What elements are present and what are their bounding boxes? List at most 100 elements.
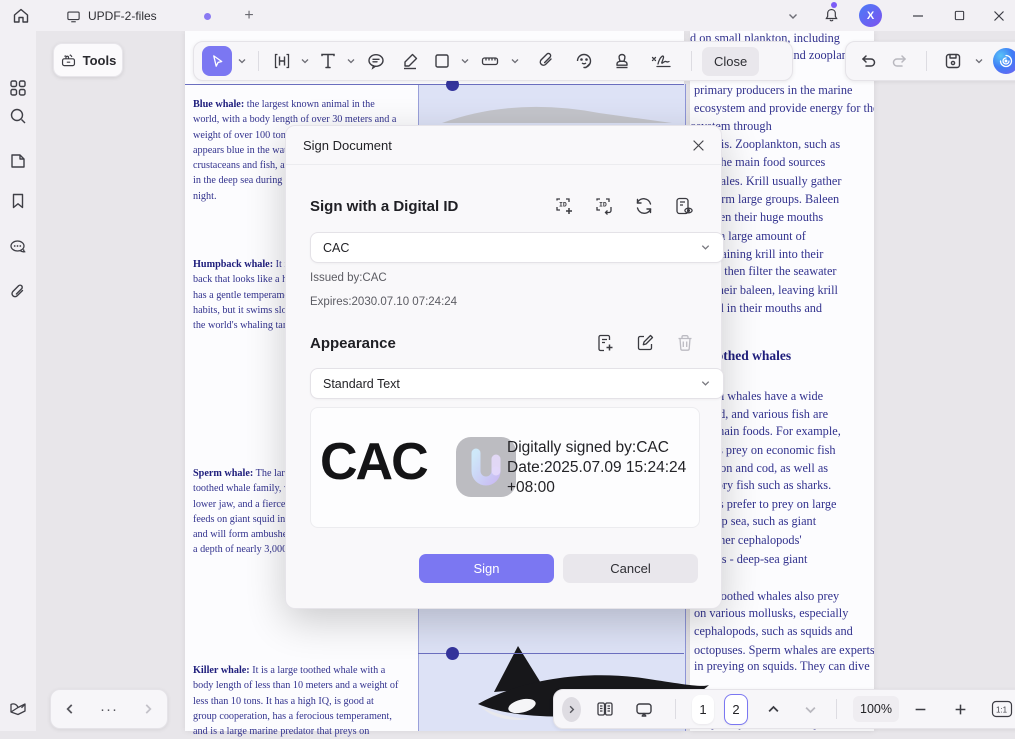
cursor-icon	[210, 54, 225, 69]
close-window-button[interactable]	[984, 0, 1014, 31]
text-tool-chevron-icon[interactable]	[345, 55, 357, 67]
preview-line: Digitally signed by:CAC	[507, 438, 686, 458]
redo-icon	[890, 51, 910, 71]
pdf-text-line: ecosystem and provide energy for the	[694, 101, 874, 116]
zoom-level-badge[interactable]: 100%	[853, 696, 899, 722]
heading-tool-button[interactable]	[269, 46, 295, 76]
highlighter-tool-button[interactable]	[395, 46, 425, 76]
grid-icon[interactable]	[8, 78, 28, 98]
whale-image	[434, 95, 674, 123]
preview-line: Date:2025.07.09 15:24:24	[507, 458, 686, 478]
heading-icon	[272, 51, 292, 71]
measure-tool-chevron-icon[interactable]	[509, 55, 521, 67]
maximize-button[interactable]	[944, 0, 974, 31]
chevron-left-icon[interactable]	[63, 702, 77, 716]
ai-assistant-button[interactable]	[993, 48, 1015, 74]
avatar[interactable]: X	[859, 4, 882, 27]
stamp-icon	[612, 51, 632, 71]
previous-page-icon[interactable]	[766, 702, 781, 717]
page-button-2-current[interactable]: 2	[724, 694, 748, 725]
pdf-text-line: octopuses. Sperm whales are experts	[694, 643, 874, 658]
delete-appearance-icon[interactable]	[674, 332, 696, 354]
sign-button[interactable]: Sign	[419, 554, 554, 583]
edit-appearance-icon[interactable]	[634, 332, 656, 354]
tab-file-icon	[66, 9, 81, 24]
shape-tool-button[interactable]	[429, 46, 455, 76]
minimize-button[interactable]	[903, 0, 933, 31]
shape-tool-chevron-icon[interactable]	[459, 55, 471, 67]
cancel-button[interactable]: Cancel	[563, 554, 698, 583]
sidebar	[0, 31, 36, 731]
page-thumbnails-icon[interactable]	[8, 151, 28, 171]
chevron-right-icon[interactable]	[141, 702, 155, 716]
import-id-icon[interactable]: ID	[593, 195, 615, 217]
actual-size-button[interactable]: 1:1	[987, 694, 1015, 724]
search-icon[interactable]	[8, 106, 28, 126]
redo-button[interactable]	[888, 46, 912, 76]
zoom-out-button[interactable]	[909, 694, 931, 724]
measure-tool-button[interactable]	[475, 46, 505, 76]
toolbar-divider	[691, 51, 692, 71]
page-nav-pill: ···	[50, 689, 168, 729]
page-button-1[interactable]: 1	[692, 695, 714, 724]
digital-id-select[interactable]: CAC	[310, 232, 724, 263]
notification-dot	[831, 2, 837, 8]
next-page-icon[interactable]	[803, 702, 818, 717]
tools-button[interactable]: Tools	[53, 43, 123, 77]
plus-icon	[954, 703, 967, 716]
tab-label: UPDF-2-files	[88, 9, 157, 23]
stamp-tool-button[interactable]	[607, 46, 637, 76]
select-tool-chevron-icon[interactable]	[236, 55, 248, 67]
comments-icon[interactable]	[8, 237, 28, 257]
bell-icon	[823, 7, 840, 24]
close-icon	[692, 139, 705, 152]
text-icon	[318, 51, 338, 71]
tools-label: Tools	[83, 53, 117, 68]
titlebar-dropdown-button[interactable]	[780, 0, 806, 31]
signature-icon	[650, 51, 676, 71]
signature-preview: CAC Digitally signed by:CAC Date:2025.07…	[310, 407, 700, 528]
home-button[interactable]	[6, 0, 36, 31]
presentation-button[interactable]	[629, 694, 659, 724]
expand-panel-button[interactable]	[562, 697, 581, 722]
page-flip-icon[interactable]	[8, 698, 28, 718]
heading-tool-chevron-icon[interactable]	[299, 55, 311, 67]
signature-tool-button[interactable]	[645, 46, 681, 76]
two-page-view-button[interactable]	[591, 694, 619, 724]
save-chevron-icon[interactable]	[973, 55, 985, 67]
bookmark-icon[interactable]	[8, 191, 28, 211]
paperclip-icon	[536, 51, 556, 71]
new-tab-button[interactable]: +	[236, 0, 262, 31]
close-tool-button[interactable]: Close	[702, 47, 759, 76]
presentation-icon	[634, 699, 654, 719]
zoom-in-button[interactable]	[949, 694, 971, 724]
minus-icon	[914, 703, 927, 716]
svg-text:ID: ID	[559, 202, 567, 209]
dialog-close-button[interactable]	[687, 134, 709, 156]
refresh-id-icon[interactable]	[633, 195, 655, 217]
document-tab[interactable]: UPDF-2-files	[58, 3, 249, 29]
toolbar-divider	[675, 699, 676, 719]
save-button[interactable]	[941, 46, 965, 76]
select-tool-button[interactable]	[202, 46, 232, 76]
undo-button[interactable]	[856, 46, 880, 76]
field-handle-bottom[interactable]	[446, 647, 459, 660]
add-appearance-icon[interactable]	[594, 332, 616, 354]
pdf-text-line: and is a large marine predator that prey…	[193, 724, 433, 739]
expires-text: Expires:2030.07.10 07:24:24	[310, 296, 457, 308]
view-id-icon[interactable]	[673, 195, 695, 217]
sticker-tool-button[interactable]	[569, 46, 599, 76]
attach-tool-button[interactable]	[531, 46, 561, 76]
ellipsis-menu[interactable]: ···	[100, 701, 118, 718]
comment-tool-button[interactable]	[361, 46, 391, 76]
pdf-text-line: cephalopods, such as squids and	[694, 624, 853, 639]
appearance-style-select[interactable]: Standard Text	[310, 368, 724, 399]
appearance-style-value: Standard Text	[323, 377, 400, 391]
digital-id-section-label: Sign with a Digital ID	[310, 198, 458, 215]
notifications-button[interactable]	[818, 0, 844, 31]
chevron-down-icon	[787, 10, 799, 22]
pdf-paragraph: Killer whale: It is a large toothed whal…	[193, 663, 433, 739]
add-id-icon[interactable]: ID	[553, 195, 575, 217]
text-tool-button[interactable]	[315, 46, 341, 76]
attachment-icon[interactable]	[8, 282, 28, 302]
